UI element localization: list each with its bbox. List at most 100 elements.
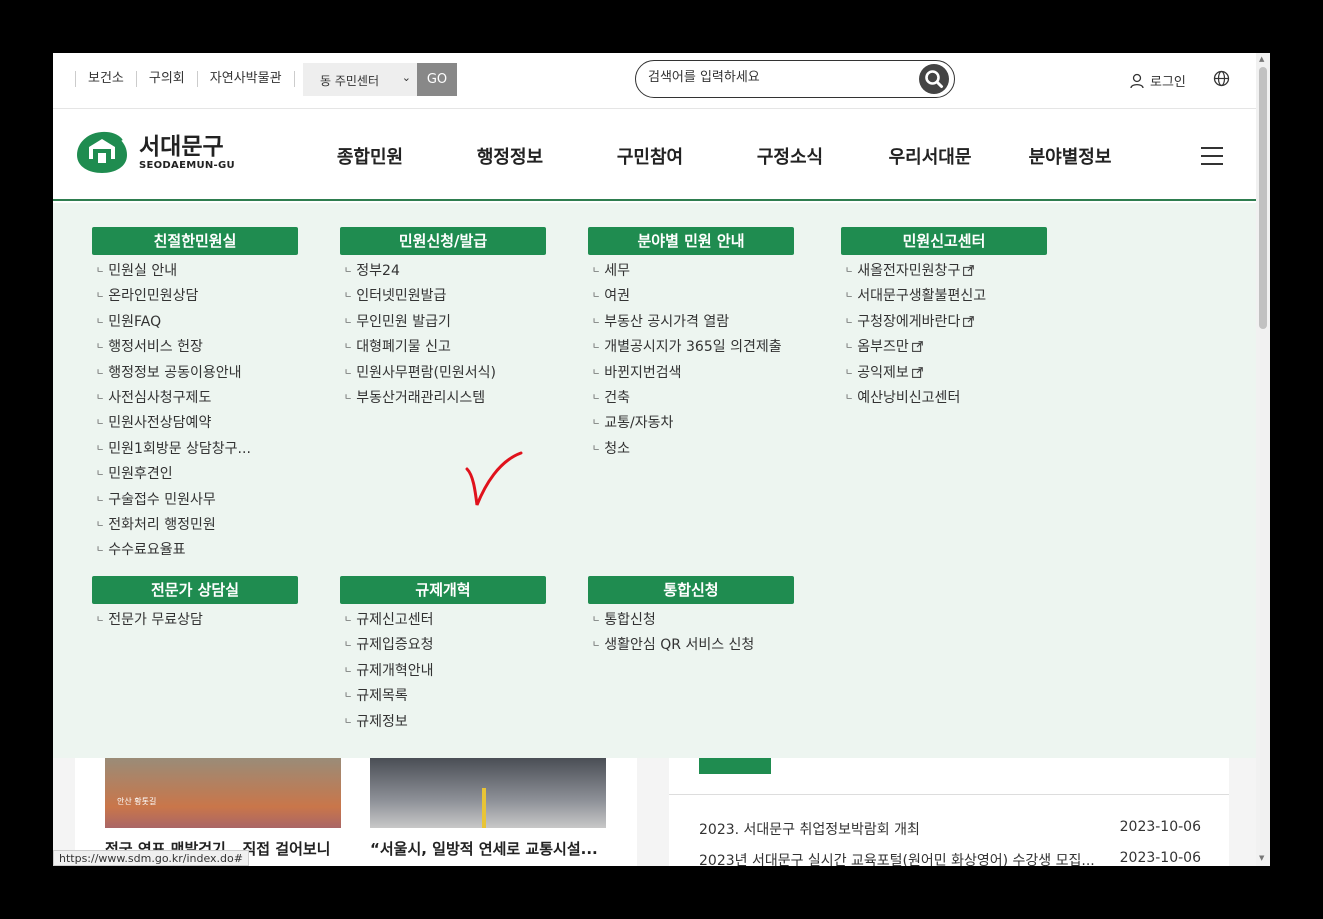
top-link-museum[interactable]: 자연사박물관: [196, 71, 295, 87]
menu-item[interactable]: 생활안심 QR 서비스 신청: [588, 633, 794, 658]
menu-col-list: 새올전자민원창구서대문구생활불편신고구청장에게바란다옴부즈만공익제보예산낭비신고…: [841, 259, 1047, 411]
menu-item-label: 공익제보: [857, 364, 909, 381]
menu-item[interactable]: 민원사무편람(민원서식): [340, 361, 546, 386]
menu-item[interactable]: 교통/자동차: [588, 411, 794, 436]
nav-news[interactable]: 구정소식: [720, 143, 860, 169]
nav-our-seodaemun[interactable]: 우리서대문: [860, 143, 1000, 169]
menu-item[interactable]: 구술접수 민원사무: [92, 488, 298, 513]
notice-list: 2023. 서대문구 취업정보박람회 개최 2023-10-06 2023년 서…: [669, 758, 1229, 866]
menu-item-label: 통합신청: [604, 612, 656, 628]
top-link-health-center[interactable]: 보건소: [75, 71, 136, 87]
menu-col-title[interactable]: 규제개혁: [340, 576, 546, 604]
login-link[interactable]: 로그인: [1130, 71, 1186, 90]
menu-item[interactable]: 여권: [588, 284, 794, 309]
menu-col-apply-issue: 민원신청/발급 정부24 인터넷민원발급무인민원 발급기대형폐기물 신고민원사무편…: [340, 227, 546, 411]
menu-item[interactable]: 전문가 무료상담: [92, 608, 298, 633]
scrollbar-thumb[interactable]: [1259, 67, 1267, 329]
menu-item[interactable]: 개별공시지가 365일 의견제출: [588, 335, 794, 360]
menu-item[interactable]: 옴부즈만: [841, 335, 1047, 360]
menu-item[interactable]: 무인민원 발급기: [340, 310, 546, 335]
menu-item[interactable]: 세무: [588, 259, 794, 284]
menu-col-report-center: 민원신고센터 새올전자민원창구서대문구생활불편신고구청장에게바란다옴부즈만공익제…: [841, 227, 1047, 411]
menu-item[interactable]: 부동산거래관리시스템: [340, 386, 546, 411]
menu-col-list: 정부24 인터넷민원발급무인민원 발급기대형폐기물 신고민원사무편람(민원서식) 부…: [340, 259, 546, 411]
menu-item[interactable]: 민원사전상담예약: [92, 411, 298, 436]
menu-item-label: 예산낭비신고센터: [857, 389, 961, 406]
menu-item[interactable]: 규제정보: [340, 710, 546, 735]
menu-col-list: 규제신고센터규제입증요청규제개혁안내규제목록규제정보: [340, 608, 546, 735]
scroll-up-icon[interactable]: ▲: [1259, 55, 1264, 63]
menu-item[interactable]: 행정정보 공동이용안내: [92, 361, 298, 386]
search-button[interactable]: [919, 64, 949, 94]
menu-item-label: 온라인민원상담: [108, 288, 199, 305]
menu-item-label: 규제목록: [356, 688, 408, 705]
nav-participation[interactable]: 구민참여: [580, 143, 720, 169]
menu-item-label: 민원후견인: [108, 466, 173, 483]
go-button[interactable]: GO: [417, 63, 457, 96]
menu-item[interactable]: 대형폐기물 신고: [340, 335, 546, 360]
globe-icon: [1213, 70, 1230, 87]
menu-item-label: 민원실 안내: [108, 263, 178, 279]
menu-item[interactable]: 민원후견인: [92, 462, 298, 487]
menu-item-label: 새올전자민원창구: [857, 263, 961, 279]
menu-item[interactable]: 새올전자민원창구: [841, 259, 1047, 284]
language-button[interactable]: [1213, 70, 1230, 91]
nav-civil-service[interactable]: 종합민원: [300, 143, 440, 169]
scroll-down-icon[interactable]: ▼: [1259, 854, 1264, 862]
menu-item[interactable]: 수수료요율표: [92, 538, 298, 563]
vertical-scrollbar[interactable]: ▲ ▼: [1256, 53, 1270, 866]
browser-window: 보건소 구의회 자연사박물관 동 주민센터 ⌄ GO 로그인: [53, 53, 1270, 866]
menu-item-label: 옴부즈만: [857, 339, 909, 356]
menu-item[interactable]: 민원실 안내: [92, 259, 298, 284]
news-card[interactable]: “서울시, 일방적 연세로 교통시설...: [353, 758, 637, 866]
notice-tab[interactable]: [699, 758, 771, 774]
login-label: 로그인: [1150, 75, 1186, 90]
menu-item-label: 교통/자동차: [604, 415, 674, 432]
menu-item[interactable]: 정부24: [340, 259, 546, 284]
menu-col-title[interactable]: 분야별 민원 안내: [588, 227, 794, 255]
menu-item-label: 행정서비스 헌장: [108, 339, 203, 356]
menu-col-list: 통합신청생활안심 QR 서비스 신청: [588, 608, 794, 659]
menu-col-field-guide: 분야별 민원 안내 세무여권부동산 공시가격 열람개별공시지가 365일 의견제…: [588, 227, 794, 462]
menu-item[interactable]: 규제목록: [340, 684, 546, 709]
menu-item[interactable]: 건축: [588, 386, 794, 411]
menu-item[interactable]: 통합신청: [588, 608, 794, 633]
site-logo[interactable]: 서대문구 SEODAEMUN-GU: [75, 129, 235, 175]
menu-item[interactable]: 규제신고센터: [340, 608, 546, 633]
menu-item[interactable]: 규제개혁안내: [340, 659, 546, 684]
menu-item[interactable]: 예산낭비신고센터: [841, 386, 1047, 411]
menu-item-label: 구술접수 민원사무: [108, 491, 216, 508]
menu-item[interactable]: 서대문구생활불편신고: [841, 284, 1047, 309]
notice-item[interactable]: 2023년 서대문구 실시간 교육포털(원어민 화상영어) 수강생 모집... …: [699, 850, 1201, 866]
news-photo: [370, 758, 606, 828]
menu-item[interactable]: 구청장에게바란다: [841, 310, 1047, 335]
menu-col-title[interactable]: 친절한민원실: [92, 227, 298, 255]
menu-item[interactable]: 온라인민원상담: [92, 284, 298, 309]
menu-item[interactable]: 사전심사청구제도: [92, 386, 298, 411]
menu-item[interactable]: 행정서비스 헌장: [92, 335, 298, 360]
dong-center-select[interactable]: 동 주민센터 ⌄: [303, 63, 417, 96]
menu-col-title[interactable]: 민원신청/발급: [340, 227, 546, 255]
menu-col-title[interactable]: 통합신청: [588, 576, 794, 604]
menu-item-label: 청소: [604, 440, 631, 457]
notice-item[interactable]: 2023. 서대문구 취업정보박람회 개최 2023-10-06: [699, 819, 1201, 839]
top-link-council[interactable]: 구의회: [135, 71, 197, 87]
menu-item[interactable]: 공익제보: [841, 361, 1047, 386]
notice-date: 2023-10-06: [1119, 850, 1201, 866]
nav-field-info[interactable]: 분야별정보: [1000, 143, 1140, 169]
menu-item[interactable]: 민원FAQ: [92, 310, 298, 335]
menu-item[interactable]: 바뀐지번검색: [588, 361, 794, 386]
menu-col-title[interactable]: 전문가 상담실: [92, 576, 298, 604]
menu-item-label: 규제신고센터: [356, 612, 434, 628]
menu-item[interactable]: 전화처리 행정민원: [92, 513, 298, 538]
nav-admin-info[interactable]: 행정정보: [440, 143, 580, 169]
menu-item[interactable]: 청소: [588, 437, 794, 462]
menu-item[interactable]: 규제입증요청: [340, 633, 546, 658]
menu-item[interactable]: 부동산 공시가격 열람: [588, 310, 794, 335]
menu-col-title[interactable]: 민원신고센터: [841, 227, 1047, 255]
menu-item[interactable]: 인터넷민원발급: [340, 284, 546, 309]
search-input[interactable]: [648, 70, 908, 85]
menu-item[interactable]: 민원1회방문 상담창구...: [92, 437, 298, 462]
external-link-icon: [911, 366, 923, 378]
menu-button[interactable]: [1201, 147, 1223, 171]
